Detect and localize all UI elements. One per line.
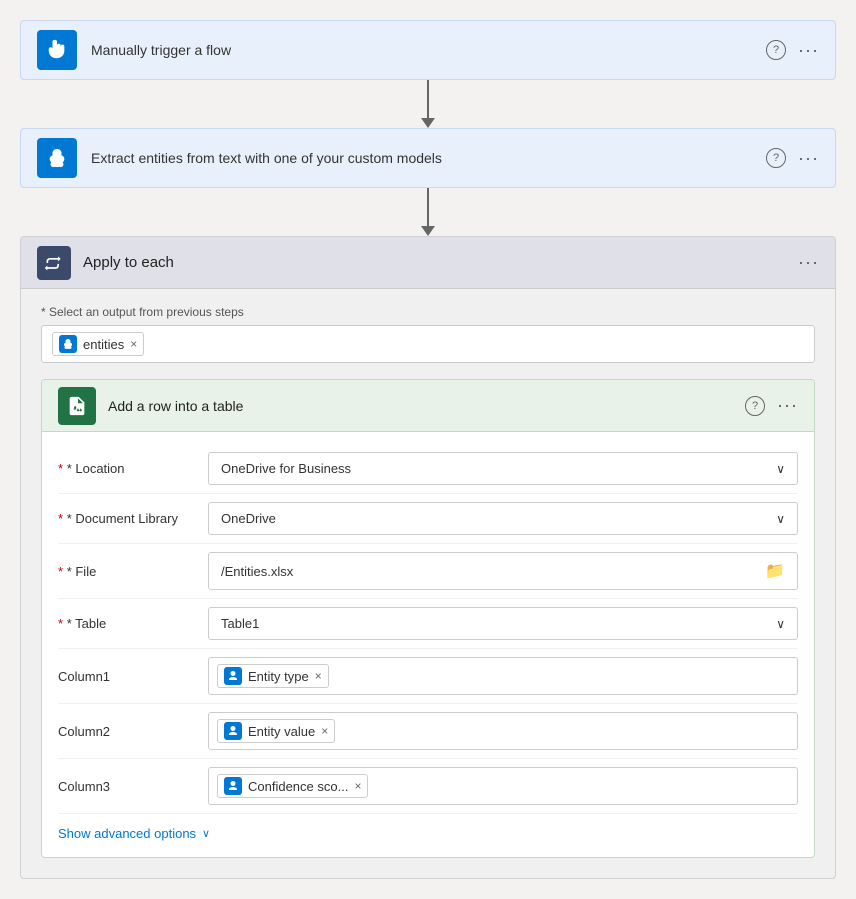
show-advanced-chevron-icon: ∨ <box>202 827 210 840</box>
confidence-icon <box>224 777 242 795</box>
entity-type-svg <box>227 670 239 682</box>
excel-icon <box>58 387 96 425</box>
apply-each-container: Apply to each ··· * Select an output fro… <box>20 236 836 879</box>
doc-library-select[interactable]: OneDrive ∨ <box>208 502 798 535</box>
confidence-svg <box>227 780 239 792</box>
add-row-title: Add a row into a table <box>108 398 745 414</box>
file-label: * * File <box>58 564 208 579</box>
flow-container: Manually trigger a flow ? ··· Extract en… <box>20 20 836 879</box>
confidence-tag-close[interactable]: × <box>354 779 361 793</box>
entities-tag-label: entities <box>83 337 124 352</box>
add-row-body: * * Location OneDrive for Business ∨ * <box>42 432 814 857</box>
entity-value-tag: Entity value × <box>217 719 335 743</box>
file-value[interactable]: /Entities.xlsx 📁 <box>208 552 798 590</box>
entities-icon-svg <box>62 338 74 350</box>
apply-each-header: Apply to each ··· <box>21 237 835 289</box>
select-output-label: * Select an output from previous steps <box>41 305 815 319</box>
column3-value[interactable]: Confidence sco... × <box>208 767 798 805</box>
entities-tag-icon <box>59 335 77 353</box>
extract-step: Extract entities from text with one of y… <box>20 128 836 188</box>
location-row: * * Location OneDrive for Business ∨ <box>58 444 798 494</box>
add-row-action: Add a row into a table ? ··· * * Locatio… <box>41 379 815 858</box>
table-select[interactable]: Table1 ∨ <box>208 607 798 640</box>
table-value[interactable]: Table1 ∨ <box>208 607 798 640</box>
entity-type-tag-close[interactable]: × <box>315 669 322 683</box>
column3-row: Column3 Confidence sco... <box>58 759 798 814</box>
extract-title: Extract entities from text with one of y… <box>91 150 766 166</box>
location-value[interactable]: OneDrive for Business ∨ <box>208 452 798 485</box>
extract-more-icon[interactable]: ··· <box>798 148 819 169</box>
arrow-line-1 <box>427 80 429 118</box>
file-field[interactable]: /Entities.xlsx 📁 <box>208 552 798 590</box>
table-label: * * Table <box>58 616 208 631</box>
extract-icon <box>37 138 77 178</box>
column2-tag-field[interactable]: Entity value × <box>208 712 798 750</box>
column2-value[interactable]: Entity value × <box>208 712 798 750</box>
entity-value-svg <box>227 725 239 737</box>
output-selector[interactable]: entities × <box>41 325 815 363</box>
entity-type-icon <box>224 667 242 685</box>
arrow-1 <box>421 80 435 128</box>
location-select[interactable]: OneDrive for Business ∨ <box>208 452 798 485</box>
column1-tag-field[interactable]: Entity type × <box>208 657 798 695</box>
column1-row: Column1 Entity type <box>58 649 798 704</box>
hand-svg <box>46 39 68 61</box>
entities-tag: entities × <box>52 332 144 356</box>
trigger-icon <box>37 30 77 70</box>
file-row: * * File /Entities.xlsx 📁 <box>58 544 798 599</box>
add-row-actions: ? ··· <box>745 395 798 416</box>
extract-help-icon[interactable]: ? <box>766 148 786 168</box>
apply-each-icon <box>37 246 71 280</box>
brain-svg <box>46 147 68 169</box>
entity-value-tag-close[interactable]: × <box>321 724 328 738</box>
add-row-help-icon[interactable]: ? <box>745 396 765 416</box>
location-label: * * Location <box>58 461 208 476</box>
trigger-step: Manually trigger a flow ? ··· <box>20 20 836 80</box>
entities-tag-close[interactable]: × <box>130 337 137 351</box>
trigger-help-icon[interactable]: ? <box>766 40 786 60</box>
loop-svg <box>44 253 64 273</box>
add-row-header: Add a row into a table ? ··· <box>42 380 814 432</box>
trigger-actions: ? ··· <box>766 40 819 61</box>
file-folder-icon: 📁 <box>765 561 785 581</box>
column2-row: Column2 Entity value <box>58 704 798 759</box>
doc-library-row: * * Document Library OneDrive ∨ <box>58 494 798 544</box>
confidence-tag: Confidence sco... × <box>217 774 368 798</box>
apply-each-title: Apply to each <box>83 254 798 271</box>
apply-each-more-icon[interactable]: ··· <box>798 252 819 273</box>
extract-actions: ? ··· <box>766 148 819 169</box>
column1-value[interactable]: Entity type × <box>208 657 798 695</box>
entity-value-icon <box>224 722 242 740</box>
excel-svg <box>66 395 88 417</box>
column3-label: Column3 <box>58 779 208 794</box>
arrow-head-2 <box>421 226 435 236</box>
entity-type-tag: Entity type × <box>217 664 329 688</box>
trigger-more-icon[interactable]: ··· <box>798 40 819 61</box>
doc-library-value[interactable]: OneDrive ∨ <box>208 502 798 535</box>
table-chevron-icon: ∨ <box>776 617 785 631</box>
arrow-head-1 <box>421 118 435 128</box>
add-row-more-icon[interactable]: ··· <box>777 395 798 416</box>
doc-library-chevron-icon: ∨ <box>776 512 785 526</box>
arrow-line-2 <box>427 188 429 226</box>
arrow-2 <box>421 188 435 236</box>
show-advanced-button[interactable]: Show advanced options ∨ <box>58 814 798 841</box>
column2-label: Column2 <box>58 724 208 739</box>
table-row: * * Table Table1 ∨ <box>58 599 798 649</box>
column3-tag-field[interactable]: Confidence sco... × <box>208 767 798 805</box>
doc-library-label: * * Document Library <box>58 511 208 526</box>
column1-label: Column1 <box>58 669 208 684</box>
trigger-title: Manually trigger a flow <box>91 42 766 58</box>
location-chevron-icon: ∨ <box>776 462 785 476</box>
apply-each-body: * Select an output from previous steps e… <box>21 289 835 878</box>
